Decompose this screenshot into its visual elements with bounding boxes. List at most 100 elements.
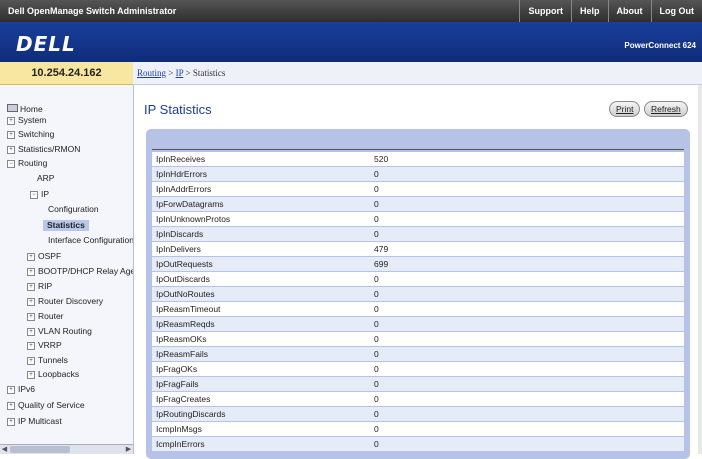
sidebar-item-label: IP [41,189,49,199]
sidebar-item-statistics-rmon[interactable]: +Statistics/RMON [7,144,80,155]
statistic-value: 0 [370,287,684,302]
sidebar-item-label: ARP [37,173,54,183]
expand-icon[interactable]: + [27,342,35,350]
ip-address: 10.254.24.162 [0,62,133,85]
support-link[interactable]: Support [519,0,571,22]
statistic-name: IcmpInErrors [152,437,370,452]
sidebar-item-router[interactable]: +Router [27,311,64,322]
sidebar-item-router-discovery[interactable]: +Router Discovery [27,296,103,307]
statistic-value: 0 [370,182,684,197]
sidebar-item-arp[interactable]: ARP [37,173,54,184]
about-link[interactable]: About [608,0,651,22]
sidebar-item-vlan-routing[interactable]: +VLAN Routing [27,326,92,337]
sidebar-item-ospf[interactable]: +OSPF [27,251,61,262]
expand-icon[interactable]: + [27,253,35,261]
sidebar-item-label: Statistics/RMON [18,144,80,154]
sidebar-item-label: Router [38,311,64,321]
statistic-value: 0 [370,212,684,227]
sidebar-item-home[interactable]: Home [7,104,43,115]
table-row: IpInAddrErrors0 [152,182,684,197]
sidebar-item-routing[interactable]: −Routing [7,158,47,169]
sidebar-item-switching[interactable]: +Switching [7,129,54,140]
sidebar-item-statistics[interactable]: Statistics [43,220,89,231]
sidebar-item-label: Tunnels [38,355,68,365]
statistic-name: IpReasmOKs [152,332,370,347]
main-content: IP Statistics Print Refresh IpInReceives… [134,85,702,454]
sidebar-item-label: IP Multicast [18,416,62,426]
table-row: IpReasmOKs0 [152,332,684,347]
sidebar-horizontal-scrollbar[interactable]: ◀▶ [0,444,133,454]
breadcrumb: Routing > IP > Statistics [137,68,225,78]
statistic-name: IpInAddrErrors [152,182,370,197]
sidebar-item-label: System [18,115,46,125]
statistics-table: IpInReceives520IpInHdrErrors0IpInAddrErr… [152,152,684,452]
sidebar-item-label: Loopbacks [38,369,79,379]
log-out-link[interactable]: Log Out [651,0,702,22]
sidebar-item-rip[interactable]: +RIP [27,281,52,292]
collapse-icon[interactable]: − [7,160,15,168]
table-row: IpFragOKs0 [152,362,684,377]
expand-icon[interactable]: + [27,313,35,321]
sidebar-item-label: VLAN Routing [38,326,92,336]
statistic-value: 0 [370,377,684,392]
statistic-name: IpReasmFails [152,347,370,362]
sidebar-item-label: Quality of Service [18,400,85,410]
sidebar-item-label: VRRP [38,340,62,350]
sidebar-item-vrrp[interactable]: +VRRP [27,340,62,351]
statistic-value: 0 [370,167,684,182]
expand-icon[interactable]: + [27,328,35,336]
expand-icon[interactable]: + [27,283,35,291]
expand-icon[interactable]: + [7,131,15,139]
page-scrollbar[interactable] [698,85,702,454]
table-row: IpInReceives520 [152,152,684,167]
help-link[interactable]: Help [571,0,608,22]
expand-icon[interactable]: + [27,268,35,276]
sidebar-item-quality-of-service[interactable]: +Quality of Service [7,400,85,411]
refresh-button[interactable]: Refresh [644,101,688,117]
statistic-value: 0 [370,272,684,287]
expand-icon[interactable]: + [7,386,15,394]
statistic-name: IcmpInMsgs [152,422,370,437]
expand-icon[interactable]: + [7,146,15,154]
sidebar-item-ipv6[interactable]: +IPv6 [7,384,35,395]
expand-icon[interactable]: + [27,298,35,306]
statistic-name: IpFragFails [152,377,370,392]
breadcrumb-routing-link[interactable]: Routing [137,68,166,78]
sidebar-item-tunnels[interactable]: +Tunnels [27,355,68,366]
sidebar-item-system[interactable]: +System [7,115,46,126]
sidebar-item-ip-multicast[interactable]: +IP Multicast [7,416,62,427]
statistic-name: IpFragCreates [152,392,370,407]
scrollbar-thumb[interactable] [10,446,70,453]
collapse-icon[interactable]: − [30,191,38,199]
sidebar-item-ip[interactable]: −IP [30,189,49,200]
statistic-name: IpInDiscards [152,227,370,242]
page-title: IP Statistics [144,102,212,117]
statistic-value: 520 [370,152,684,167]
table-row: IpInDelivers479 [152,242,684,257]
statistic-name: IpInHdrErrors [152,167,370,182]
sidebar-item-label: Routing [18,158,47,168]
sidebar-item-loopbacks[interactable]: +Loopbacks [27,369,79,380]
statistic-value: 0 [370,197,684,212]
sidebar-item-configuration[interactable]: Configuration [48,204,99,215]
statistic-name: IpReasmReqds [152,317,370,332]
statistic-name: IpFragOKs [152,362,370,377]
sidebar-item-interface-configuration[interactable]: Interface Configuration [48,235,134,246]
breadcrumb-separator: > [183,68,193,78]
expand-icon[interactable]: + [7,402,15,410]
expand-icon[interactable]: + [7,117,15,125]
home-icon [7,104,18,112]
expand-icon[interactable]: + [27,371,35,379]
expand-icon[interactable]: + [7,418,15,426]
sidebar-tree: Home+System+Switching+Statistics/RMON−Ro… [0,85,134,454]
breadcrumb-bar: Routing > IP > Statistics [133,62,702,85]
scroll-right-icon[interactable]: ▶ [124,445,133,454]
expand-icon[interactable]: + [27,357,35,365]
table-row: IpFragFails0 [152,377,684,392]
sidebar-item-bootp-dhcp-relay-agent[interactable]: +BOOTP/DHCP Relay Agent [27,266,134,277]
scroll-left-icon[interactable]: ◀ [0,445,9,454]
table-row: IpRoutingDiscards0 [152,407,684,422]
table-row: IpInDiscards0 [152,227,684,242]
app-title: Dell OpenManage Switch Administrator [8,6,176,16]
print-button[interactable]: Print [609,101,640,117]
